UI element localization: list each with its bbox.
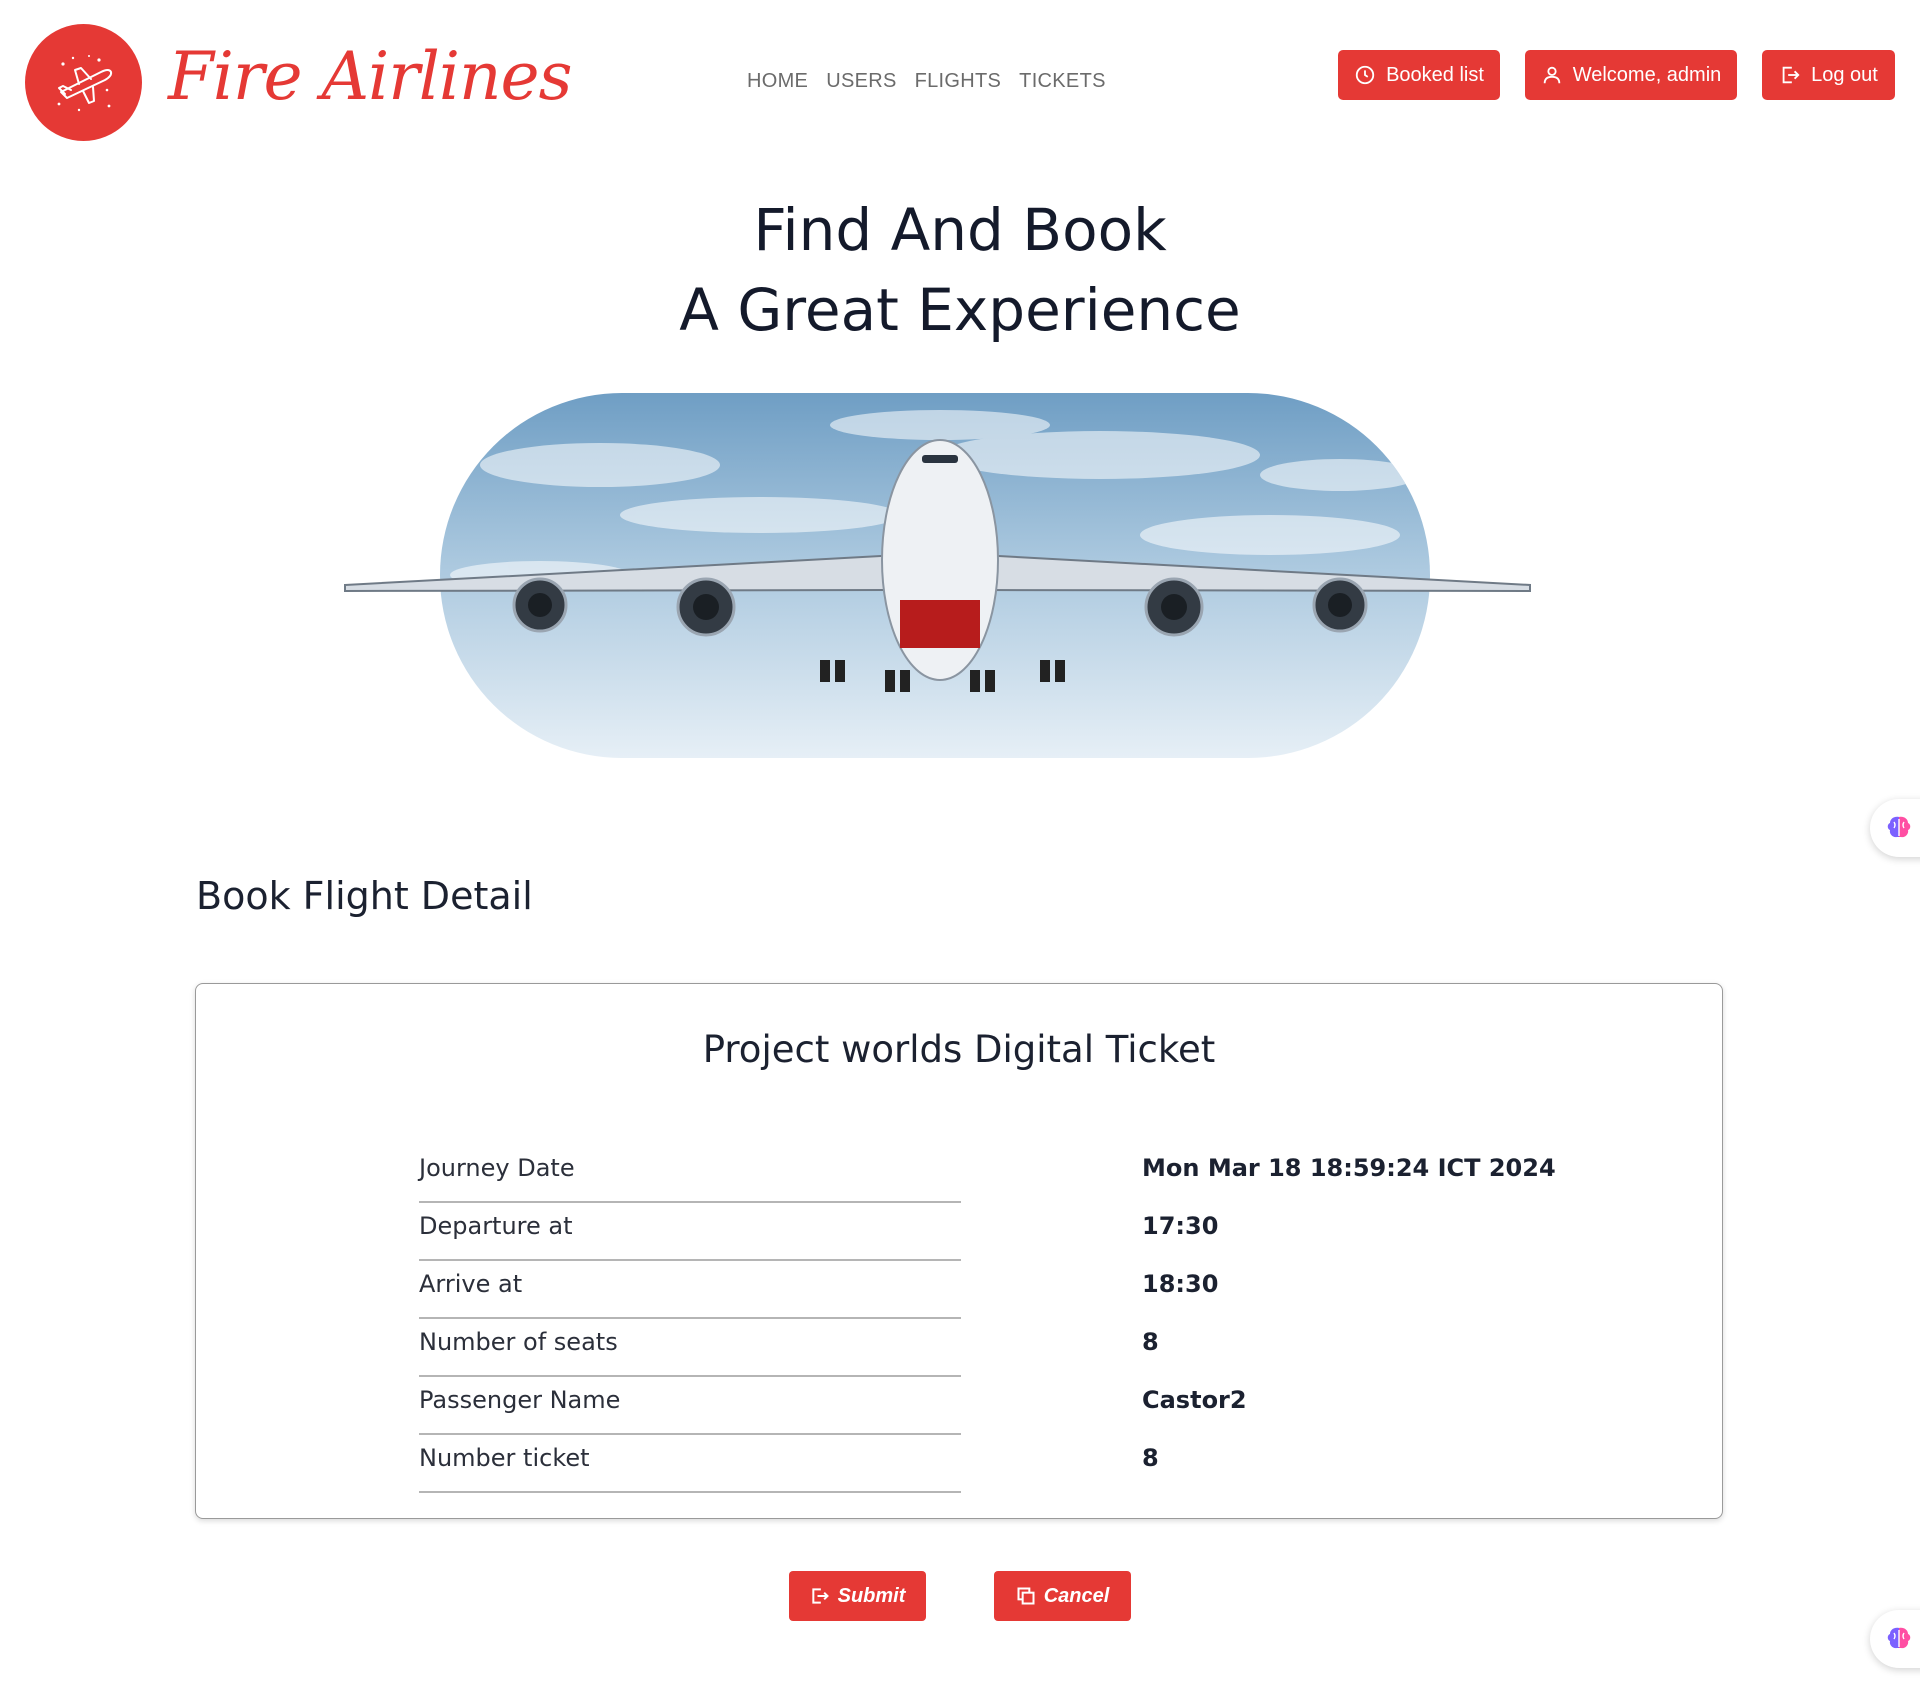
- submit-label: Submit: [837, 1584, 906, 1607]
- section-title: Book Flight Detail: [196, 874, 533, 918]
- ticket-row: Passenger Name Castor2: [419, 1378, 1569, 1436]
- passenger-name-value: Castor2: [1142, 1386, 1247, 1414]
- ticket-details: Journey Date Mon Mar 18 18:59:24 ICT 202…: [419, 1146, 1569, 1494]
- cancel-label: Cancel: [1043, 1584, 1110, 1607]
- nav-flights[interactable]: FLIGHTS: [915, 70, 1002, 93]
- nav-tickets[interactable]: TICKETS: [1019, 70, 1106, 93]
- seats-label: Number of seats: [419, 1320, 961, 1377]
- ticket-row: Departure at 17:30: [419, 1204, 1569, 1262]
- submit-button[interactable]: Submit: [789, 1571, 926, 1621]
- departure-label: Departure at: [419, 1204, 961, 1261]
- welcome-user-button[interactable]: Welcome, admin: [1525, 50, 1737, 100]
- header: Fire Airlines HOME USERS FLIGHTS TICKETS…: [0, 0, 1920, 170]
- hero-airplane-image: [344, 393, 1531, 758]
- airplane-logo-icon: [57, 54, 112, 111]
- hero-title-line-2: A Great Experience: [679, 276, 1241, 344]
- user-icon: [1543, 66, 1560, 84]
- brand-name[interactable]: Fire Airlines: [168, 38, 572, 115]
- logout-button[interactable]: Log out: [1762, 50, 1895, 100]
- logout-label: Log out: [1811, 63, 1878, 86]
- nav-users[interactable]: USERS: [826, 70, 896, 93]
- cancel-button[interactable]: Cancel: [994, 1571, 1131, 1621]
- assistant-widget-button[interactable]: [1870, 1610, 1920, 1668]
- ticket-title: Project worlds Digital Ticket: [702, 1028, 1216, 1071]
- ticket-row: Journey Date Mon Mar 18 18:59:24 ICT 202…: [419, 1146, 1569, 1204]
- ticket-row: Number of seats 8: [419, 1320, 1569, 1378]
- ticket-card: Project worlds Digital Ticket Journey Da…: [195, 983, 1723, 1519]
- logo[interactable]: [25, 24, 142, 141]
- journey-date-label: Journey Date: [419, 1146, 961, 1203]
- booked-list-button[interactable]: Booked list: [1338, 50, 1500, 100]
- hero-title-line-1: Find And Book: [753, 196, 1167, 264]
- departure-value: 17:30: [1142, 1212, 1219, 1240]
- main-nav: HOME USERS FLIGHTS TICKETS: [747, 70, 1106, 93]
- arrive-label: Arrive at: [419, 1262, 961, 1319]
- logout-icon: [1782, 66, 1800, 84]
- journey-date-value: Mon Mar 18 18:59:24 ICT 2024: [1142, 1154, 1556, 1182]
- hero-title: Find And Book A Great Experience: [0, 190, 1920, 350]
- seats-value: 8: [1142, 1328, 1159, 1356]
- welcome-label: Welcome, admin: [1572, 63, 1722, 86]
- arrive-value: 18:30: [1142, 1270, 1219, 1298]
- brain-icon: [1887, 816, 1911, 838]
- number-ticket-value: 8: [1142, 1444, 1159, 1472]
- booked-list-label: Booked list: [1386, 63, 1484, 86]
- assistant-widget-button[interactable]: [1870, 799, 1920, 857]
- number-ticket-label: Number ticket: [419, 1436, 961, 1493]
- clock-icon: [1355, 65, 1375, 85]
- nav-home[interactable]: HOME: [747, 70, 808, 93]
- passenger-name-label: Passenger Name: [419, 1378, 961, 1435]
- ticket-row: Arrive at 18:30: [419, 1262, 1569, 1320]
- brain-icon: [1887, 1627, 1911, 1649]
- ticket-row: Number ticket 8: [419, 1436, 1569, 1494]
- submit-icon: [811, 1588, 829, 1604]
- cancel-icon: [1017, 1587, 1035, 1605]
